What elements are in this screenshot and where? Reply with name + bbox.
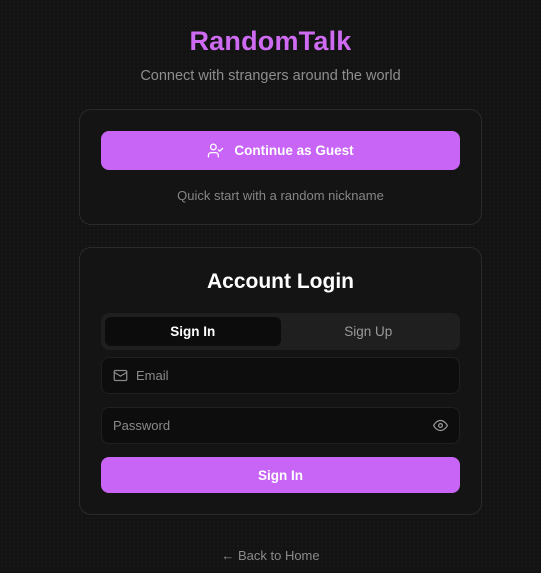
user-check-icon	[207, 142, 224, 159]
back-to-home-link[interactable]: ← Back to Home	[0, 548, 541, 563]
continue-as-guest-label: Continue as Guest	[234, 143, 354, 158]
app-title: RandomTalk	[189, 26, 352, 56]
password-field-wrapper	[101, 407, 460, 444]
tab-sign-in[interactable]: Sign In	[105, 317, 281, 346]
login-title: Account Login	[207, 270, 354, 293]
email-field-wrapper	[101, 357, 460, 394]
login-card: Account Login Sign In Sign Up Sign In	[79, 247, 482, 515]
sign-in-button[interactable]: Sign In	[101, 457, 460, 493]
continue-as-guest-button[interactable]: Continue as Guest	[101, 131, 460, 170]
mail-icon	[113, 368, 128, 383]
app-subtitle: Connect with strangers around the world	[140, 68, 401, 84]
auth-tabs: Sign In Sign Up	[101, 313, 460, 350]
password-field[interactable]	[102, 408, 433, 443]
tab-sign-up[interactable]: Sign Up	[281, 317, 457, 346]
email-field[interactable]	[128, 358, 459, 393]
eye-icon[interactable]	[433, 418, 448, 433]
guest-hint: Quick start with a random nickname	[177, 188, 384, 203]
guest-card: Continue as Guest Quick start with a ran…	[79, 109, 482, 225]
